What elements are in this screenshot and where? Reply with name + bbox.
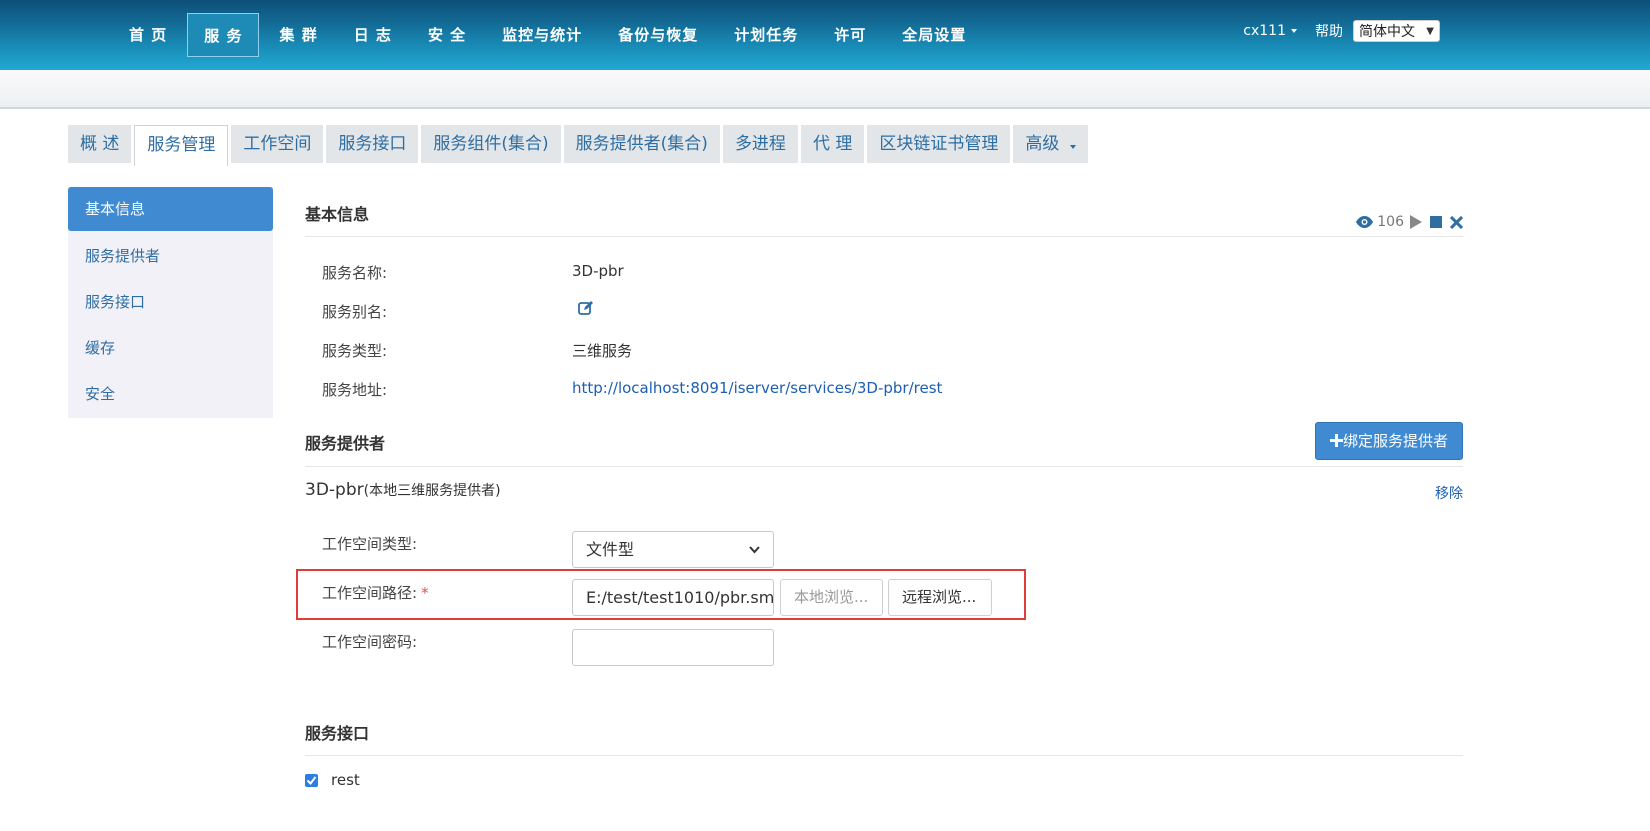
tab-blockchain-cert[interactable]: 区块链证书管理 [867,125,1011,163]
service-interface-title: 服务接口 [305,724,370,743]
edit-icon[interactable] [578,300,594,316]
workspace-type-value: 文件型 [586,540,635,559]
nav-scheduled-tasks[interactable]: 计划任务 [718,13,814,57]
provider-name-value: 3D-pbr [305,480,364,500]
tab-workspace[interactable]: 工作空间 [231,125,324,163]
remote-browse-button[interactable]: 远程浏览... [888,579,992,616]
service-type-value: 三维服务 [572,342,633,360]
nav-license[interactable]: 许可 [818,13,882,57]
bind-provider-button[interactable]: 绑定服务提供者 [1314,422,1463,460]
workspace-password-input[interactable] [572,629,774,666]
menu-service-provider[interactable]: 服务提供者 [68,233,273,279]
view-count: 106 [1377,214,1404,230]
service-name-value: 3D-pbr [572,262,624,280]
main-nav: 首 页 服 务 集 群 日 志 安 全 监控与统计 备份与恢复 计划任务 许可 … [113,0,986,70]
caret-down-icon [1069,145,1076,149]
rest-label: rest [331,771,360,789]
nav-cluster[interactable]: 集 群 [263,13,333,57]
service-type-label: 服务类型: [322,342,388,360]
service-address-link[interactable]: http://localhost:8091/iserver/services/3… [572,379,942,397]
nav-services[interactable]: 服 务 [187,13,260,57]
tab-overview[interactable]: 概 述 [68,125,132,163]
user-menu[interactable]: cx111 [1243,23,1297,39]
service-provider-title: 服务提供者 [305,434,386,453]
top-navbar: 首 页 服 务 集 群 日 志 安 全 监控与统计 备份与恢复 计划任务 许可 … [0,0,1650,70]
required-mark: * [421,584,429,602]
workspace-path-label: 工作空间路径: * [322,582,429,603]
bind-provider-label: 绑定服务提供者 [1342,432,1448,450]
menu-basic-info[interactable]: 基本信息 [68,187,273,231]
nav-logs[interactable]: 日 志 [338,13,408,57]
nav-monitoring[interactable]: 监控与统计 [486,13,598,57]
nav-global-settings[interactable]: 全局设置 [886,13,982,57]
nav-home[interactable]: 首 页 [113,13,183,57]
tab-service-interface[interactable]: 服务接口 [326,125,419,163]
chevron-down-icon: ▼ [1426,25,1434,37]
service-name-label: 服务名称: [322,264,388,282]
eye-icon[interactable] [1356,216,1374,228]
language-value: 简体中文 [1359,24,1415,40]
tab-service-providers[interactable]: 服务提供者(集合) [563,125,720,163]
caret-down-icon [1291,29,1297,33]
tab-service-management[interactable]: 服务管理 [134,125,229,166]
help-link[interactable]: 帮助 [1315,21,1343,41]
username: cx111 [1243,23,1286,39]
top-right-tools: cx111 帮助 简体中文 ▼ [1243,20,1440,42]
tab-multiprocess[interactable]: 多进程 [722,125,798,163]
provider-name-note: (本地三维服务提供者) [363,483,501,499]
workspace-type-select[interactable]: 文件型 [572,531,774,568]
menu-security[interactable]: 安全 [68,371,273,417]
tab-service-components[interactable]: 服务组件(集合) [421,125,561,163]
language-select[interactable]: 简体中文 ▼ [1353,20,1440,42]
divider [305,755,1463,756]
sub-toolbar [0,70,1650,109]
workspace-type-label: 工作空间类型: [322,535,418,553]
plus-icon [1329,434,1343,447]
workspace-path-input[interactable]: E:/test/test1010/pbr.smwu [572,579,774,616]
chevron-down-icon [749,545,760,553]
tab-advanced[interactable]: 高级 [1013,125,1088,163]
basic-info-title: 基本信息 [305,205,370,224]
service-actions: 106 [1356,214,1463,230]
tab-proxy[interactable]: 代 理 [800,125,865,163]
local-browse-button[interactable]: 本地浏览... [780,579,883,616]
workspace-password-label: 工作空间密码: [322,633,418,651]
stop-icon[interactable] [1430,216,1442,228]
check-icon [306,776,317,786]
rest-checkbox[interactable] [305,774,318,787]
close-icon[interactable] [1450,215,1463,229]
menu-service-interface[interactable]: 服务接口 [68,279,273,325]
service-alias-label: 服务别名: [322,303,388,321]
workspace-path-label-text: 工作空间路径: [322,584,418,602]
service-tabs: 概 述 服务管理 工作空间 服务接口 服务组件(集合) 服务提供者(集合) 多进… [68,125,1091,166]
service-address-label: 服务地址: [322,381,388,399]
remove-provider-link[interactable]: 移除 [1435,483,1463,503]
tab-advanced-label: 高级 [1025,134,1060,154]
divider [305,466,1463,467]
provider-name: 3D-pbr(本地三维服务提供者) [305,480,501,500]
left-menu: 基本信息 服务提供者 服务接口 缓存 安全 [68,187,273,418]
nav-backup[interactable]: 备份与恢复 [602,13,714,57]
divider [305,236,1463,237]
menu-cache[interactable]: 缓存 [68,325,273,371]
play-icon[interactable] [1410,215,1422,229]
nav-security[interactable]: 安 全 [412,13,482,57]
